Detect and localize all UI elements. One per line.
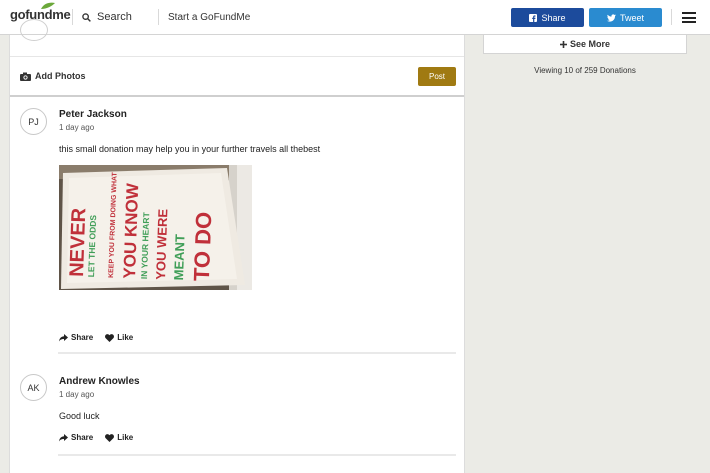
tweet-label: Tweet xyxy=(619,12,644,23)
add-photos-label: Add Photos xyxy=(35,71,86,81)
share-arrow-icon xyxy=(59,333,68,341)
comment-actions: Share Like xyxy=(59,333,133,342)
leaf-icon xyxy=(41,2,55,9)
heart-icon xyxy=(105,333,115,342)
avatar: PJ xyxy=(20,108,47,135)
comment-photo[interactable]: NEVER LET THE ODDS KEEP YOU FROM DOING W… xyxy=(59,165,252,290)
poster-text: TO DO xyxy=(189,211,216,281)
divider xyxy=(10,56,464,57)
share-label: Share xyxy=(541,12,566,23)
header-divider xyxy=(671,9,672,25)
divider xyxy=(10,95,464,97)
add-photos-button[interactable]: Add Photos xyxy=(20,71,86,81)
like-label: Like xyxy=(117,433,134,442)
facebook-icon xyxy=(529,13,538,22)
plus-icon xyxy=(559,40,567,48)
like-comment-button[interactable]: Like xyxy=(105,433,133,442)
divider xyxy=(58,454,456,456)
like-label: Like xyxy=(117,333,134,342)
commenter-name: Peter Jackson xyxy=(59,109,127,120)
share-label: Share xyxy=(71,333,94,342)
avatar: AK xyxy=(20,374,47,401)
search-icon xyxy=(82,12,91,22)
twitter-icon xyxy=(606,13,616,22)
like-comment-button[interactable]: Like xyxy=(105,333,133,342)
header-divider xyxy=(158,9,159,25)
see-more-button[interactable]: See More xyxy=(483,34,687,54)
search-button[interactable]: Search xyxy=(82,11,132,23)
menu-icon[interactable] xyxy=(682,12,696,23)
donations-count-text: Viewing 10 of 259 Donations xyxy=(534,66,636,75)
comment-text: Good luck xyxy=(59,411,100,421)
camera-icon xyxy=(20,72,31,81)
post-button[interactable]: Post xyxy=(418,67,456,86)
poster-image: NEVER LET THE ODDS KEEP YOU FROM DOING W… xyxy=(59,165,252,290)
start-gofundme-link[interactable]: Start a GoFundMe xyxy=(168,12,250,23)
divider xyxy=(58,352,456,354)
search-label: Search xyxy=(97,11,132,23)
avatar xyxy=(20,19,48,41)
share-comment-button[interactable]: Share xyxy=(59,433,93,442)
comment-timestamp: 1 day ago xyxy=(59,123,95,132)
poster-text: MEANT xyxy=(171,234,188,281)
heart-icon xyxy=(105,433,115,442)
comment-actions: Share Like xyxy=(59,433,133,442)
comment-text: this small donation may help you in your… xyxy=(59,144,321,154)
facebook-share-button[interactable]: Share xyxy=(511,8,584,27)
share-arrow-icon xyxy=(59,433,68,441)
twitter-tweet-button[interactable]: Tweet xyxy=(589,8,662,27)
comment-timestamp: 1 day ago xyxy=(59,390,95,399)
share-label: Share xyxy=(71,433,94,442)
commenter-name: Andrew Knowles xyxy=(59,376,140,387)
top-navigation-bar: gofundme Search Start a GoFundMe Share T… xyxy=(0,0,710,35)
header-divider xyxy=(72,9,73,25)
see-more-label: See More xyxy=(569,39,611,49)
comments-panel: Add Photos Post PJ Peter Jackson 1 day a… xyxy=(9,19,465,473)
poster-text: YOU WERE xyxy=(153,208,170,280)
share-comment-button[interactable]: Share xyxy=(59,333,93,342)
